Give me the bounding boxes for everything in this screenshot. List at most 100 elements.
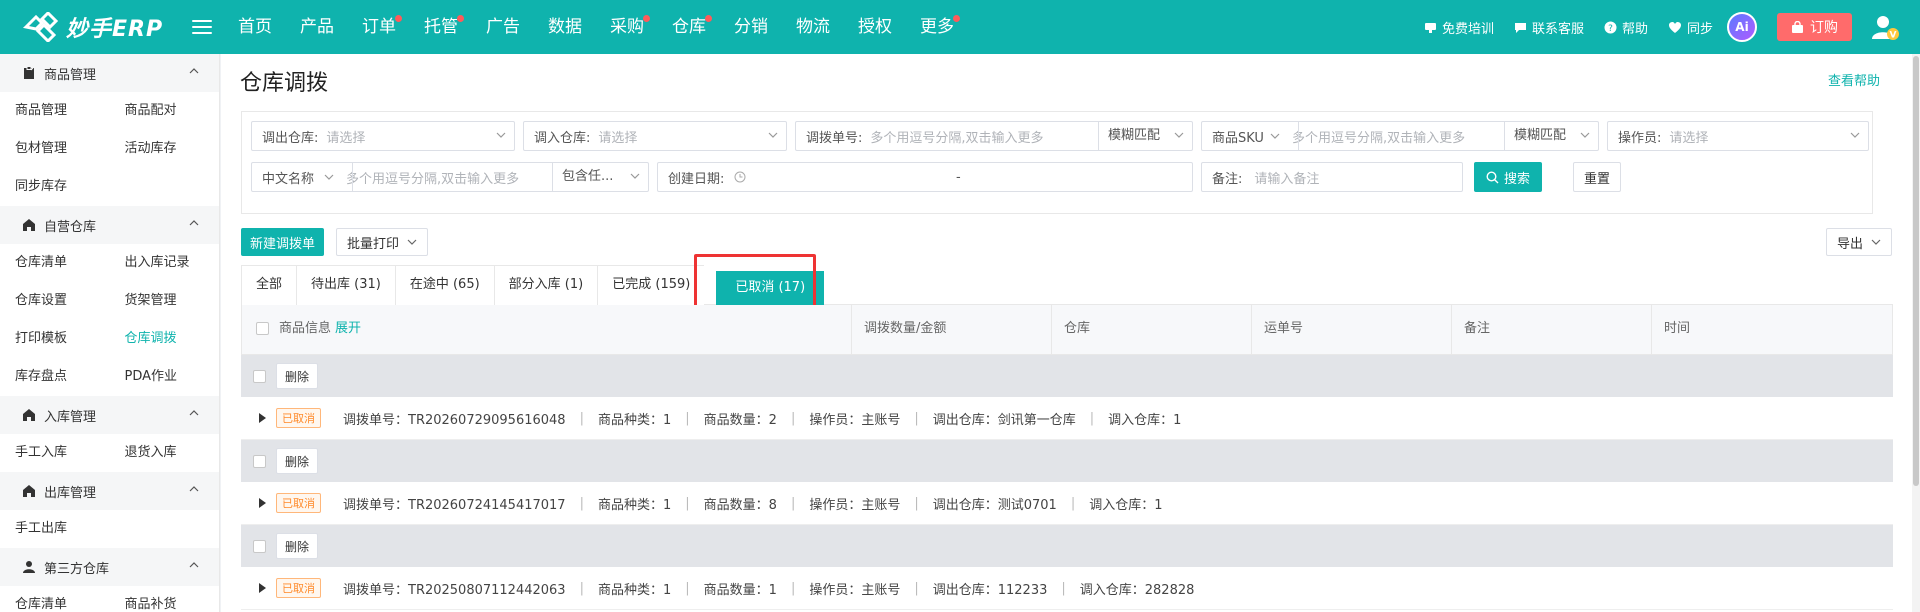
sidebar-item-warehouse-settings[interactable]: 仓库设置 (0, 282, 110, 320)
sku-type-select[interactable]: 商品SKU (1202, 127, 1264, 146)
sku-match-mode[interactable]: 模糊匹配 (1506, 122, 1566, 150)
expand-row-icon[interactable] (259, 583, 266, 593)
tab-cancelled[interactable]: 已取消 (17) (716, 271, 825, 305)
expand-link[interactable]: 展开 (335, 321, 361, 336)
sidebar-group-product[interactable]: 商品管理 (0, 54, 219, 92)
help-link[interactable]: ? 帮助 (1604, 18, 1648, 37)
sidebar-group-own-warehouse[interactable]: 自营仓库 (0, 206, 219, 244)
view-help-link[interactable]: 查看帮助 (1828, 70, 1880, 89)
status-badge: 已取消 (276, 578, 321, 598)
out-warehouse-select[interactable]: 调出仓库: 请选择 (251, 121, 515, 151)
brand-name: 妙手ERP (66, 17, 164, 42)
chevron-up-icon (189, 68, 199, 74)
contact-support-link[interactable]: 联系客服 (1514, 18, 1584, 37)
sidebar-item-warehouse-list[interactable]: 仓库清单 (0, 244, 110, 282)
tab-in-transit[interactable]: 在途中 (65) (394, 265, 494, 305)
nav-item-ads[interactable]: 广告 (472, 0, 534, 54)
expand-row-icon[interactable] (259, 498, 266, 508)
brand-logo[interactable]: 妙手ERP (0, 0, 188, 54)
sidebar-item-manual-outbound[interactable]: 手工出库 (0, 510, 110, 548)
delete-button[interactable]: 删除 (276, 448, 319, 474)
nav-item-authorization[interactable]: 授权 (844, 0, 906, 54)
remark-input[interactable]: 备注: 请输入备注 (1201, 162, 1463, 192)
sidebar-group-inbound[interactable]: 入库管理 (0, 396, 219, 434)
row-checkbox[interactable] (253, 539, 266, 553)
sidebar-item-inout-records[interactable]: 出入库记录 (110, 244, 220, 282)
search-button[interactable]: 搜索 (1474, 162, 1543, 192)
chevron-up-icon (189, 486, 199, 492)
operator-select[interactable]: 操作员: 请选择 (1607, 121, 1869, 151)
chevron-down-icon (1871, 239, 1881, 245)
ai-assistant-button[interactable]: Ai (1727, 12, 1757, 42)
transfer-no-input[interactable]: 调拨单号: 多个用逗号分隔,双击输入更多 模糊匹配 (795, 121, 1193, 151)
product-qty: 商品数量：1 (703, 582, 777, 598)
sidebar-item-manual-inbound[interactable]: 手工入库 (0, 434, 110, 472)
select-all-checkbox[interactable] (256, 322, 269, 335)
table-row: 已取消 调拨单号：TR20260729095616048 | 商品种类：1 | 商品… (241, 397, 1893, 440)
product-qty: 商品数量：2 (703, 412, 777, 428)
notification-dot (643, 15, 650, 22)
nav-item-hosting[interactable]: 托管 (410, 0, 472, 54)
sidebar-item-print-template[interactable]: 打印模板 (0, 320, 110, 358)
tab-partial-in[interactable]: 部分入库 (1) (493, 265, 598, 305)
tab-all[interactable]: 全部 (241, 265, 297, 305)
delete-button[interactable]: 删除 (276, 533, 319, 559)
row-checkbox[interactable] (253, 369, 266, 383)
svg-text:V: V (1890, 31, 1897, 41)
new-transfer-button[interactable]: 新建调拨单 (241, 228, 325, 256)
delete-button[interactable]: 删除 (276, 363, 319, 389)
transfer-no-match-mode[interactable]: 模糊匹配 (1100, 122, 1160, 150)
free-training-link[interactable]: 免费培训 (1424, 18, 1494, 37)
table-header: 商品信息 展开 调拨数量/金额 仓库 运单号 备注 时间 (241, 305, 1893, 355)
sidebar-item-replenish[interactable]: 商品补货 (110, 586, 220, 612)
clock-icon (734, 171, 746, 183)
user-avatar[interactable]: V (1870, 12, 1900, 42)
chevron-down-icon (496, 132, 506, 138)
sidebar-items-outbound: 手工出库 (0, 510, 219, 548)
nav-item-product[interactable]: 产品 (286, 0, 348, 54)
sidebar-group-third-party[interactable]: 第三方仓库 (0, 548, 219, 586)
nav-item-purchase[interactable]: 采购 (596, 0, 658, 54)
tab-pending-out[interactable]: 待出库 (31) (296, 265, 395, 305)
export-button[interactable]: 导出 (1826, 228, 1893, 256)
top-right-actions: 免费培训 联系客服 ? 帮助 同步 Ai 订购 V (1404, 0, 1900, 54)
sidebar-item-activity-stock[interactable]: 活动库存 (110, 130, 220, 168)
sidebar-item-stock-count[interactable]: 库存盘点 (0, 358, 110, 396)
menu-toggle-icon[interactable] (192, 20, 212, 34)
notification-dot (457, 15, 464, 22)
sidebar: 商品管理 商品管理 商品配对 包材管理 活动库存 同步库存 自营仓库 仓库清单 … (0, 54, 220, 612)
nav-item-order[interactable]: 订单 (348, 0, 410, 54)
sidebar-item-shelf-manage[interactable]: 货架管理 (110, 282, 220, 320)
in-warehouse-select[interactable]: 调入仓库: 请选择 (523, 121, 787, 151)
nav-item-warehouse[interactable]: 仓库 (658, 0, 720, 54)
sidebar-item-3pl-warehouse-list[interactable]: 仓库清单 (0, 586, 110, 612)
nav-item-logistics[interactable]: 物流 (782, 0, 844, 54)
nav-item-more[interactable]: 更多 (906, 0, 968, 54)
sidebar-item-packaging[interactable]: 包材管理 (0, 130, 110, 168)
question-icon: ? (1604, 21, 1617, 34)
batch-print-button[interactable]: 批量打印 (336, 228, 429, 256)
nav-item-data[interactable]: 数据 (534, 0, 596, 54)
scrollbar-thumb[interactable] (1913, 56, 1919, 486)
expand-row-icon[interactable] (259, 413, 266, 423)
row-checkbox[interactable] (253, 454, 266, 468)
nav-item-home[interactable]: 首页 (224, 0, 286, 54)
sku-input[interactable]: 商品SKU 多个用逗号分隔,双击输入更多 模糊匹配 (1201, 121, 1599, 151)
sidebar-item-return-inbound[interactable]: 退货入库 (110, 434, 220, 472)
tab-completed[interactable]: 已完成 (159) (597, 265, 705, 305)
order-button[interactable]: 订购 (1777, 13, 1852, 41)
sync-link[interactable]: 同步 (1668, 18, 1713, 37)
sidebar-item-warehouse-transfer[interactable]: 仓库调拨 (110, 320, 220, 358)
sidebar-item-product-manage[interactable]: 商品管理 (0, 92, 110, 130)
nav-item-distribution[interactable]: 分销 (720, 0, 782, 54)
cn-name-match-mode[interactable]: 包含任... (554, 163, 613, 191)
top-bar: 妙手ERP 首页 产品 订单 托管 广告 数据 采购 仓库 分销 物流 授权 更… (0, 0, 1920, 54)
sidebar-item-sync-stock[interactable]: 同步库存 (0, 168, 110, 206)
cn-name-input[interactable]: 中文名称 多个用逗号分隔,双击输入更多 包含任... (251, 162, 649, 192)
sidebar-item-product-match[interactable]: 商品配对 (110, 92, 220, 130)
created-date-range[interactable]: 创建日期: - (657, 162, 1193, 192)
reset-button[interactable]: 重置 (1573, 162, 1622, 192)
sidebar-item-pda[interactable]: PDA作业 (110, 358, 220, 396)
cn-name-type-select[interactable]: 中文名称 (252, 168, 314, 187)
sidebar-group-outbound[interactable]: 出库管理 (0, 472, 219, 510)
